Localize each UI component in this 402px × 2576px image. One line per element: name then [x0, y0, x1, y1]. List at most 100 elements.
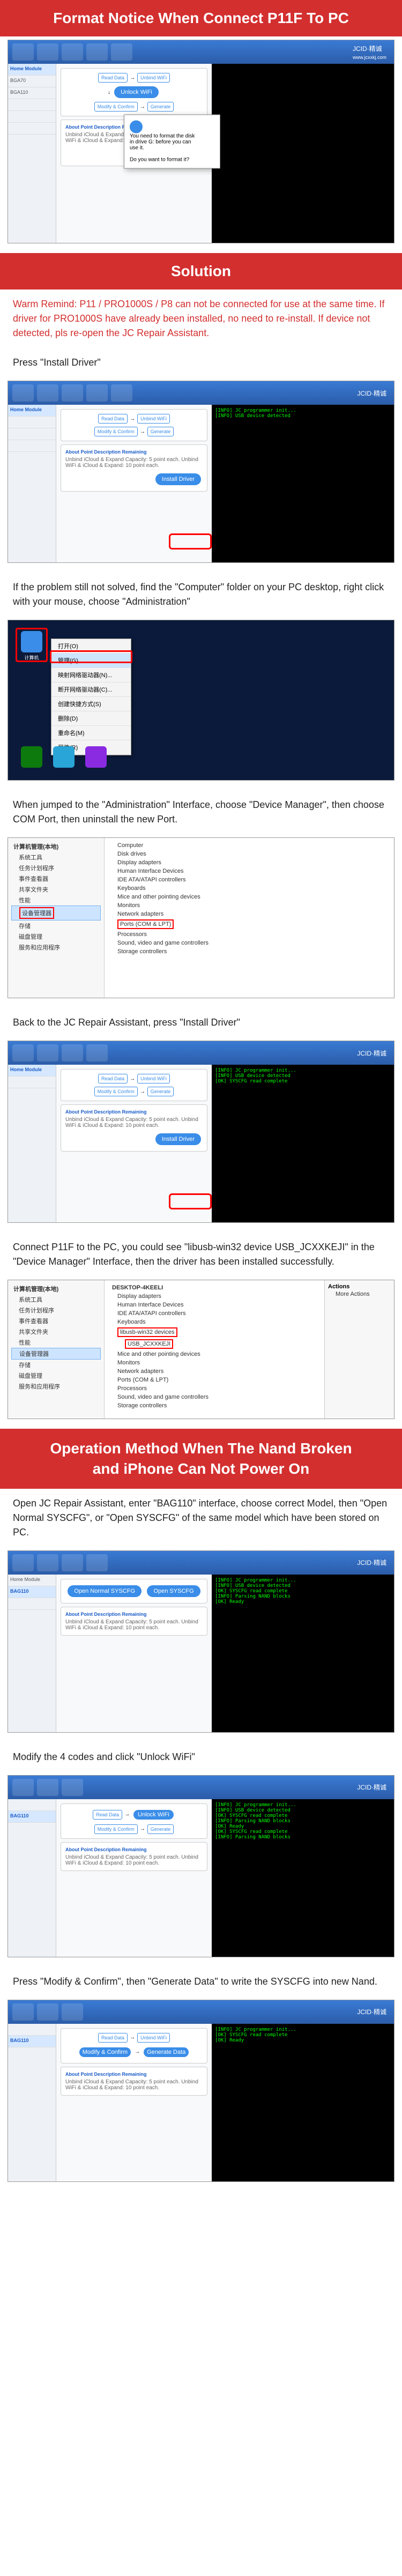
desktop-icon[interactable] — [19, 746, 44, 769]
sidebar-tab[interactable] — [8, 99, 56, 111]
sidebar-tab[interactable]: BAG110 — [8, 1811, 56, 1823]
top-icon[interactable] — [86, 43, 108, 61]
top-icon[interactable] — [86, 384, 108, 402]
sidebar-tab[interactable]: Home Module — [8, 405, 56, 417]
tree-item[interactable]: 共享文件夹 — [11, 884, 101, 895]
desktop-icon[interactable] — [83, 746, 109, 769]
top-icon[interactable] — [12, 1554, 34, 1571]
top-icon[interactable] — [37, 43, 58, 61]
sidebar-tab[interactable] — [8, 1077, 56, 1088]
top-icon[interactable] — [37, 1554, 58, 1571]
open-normal-syscfg-button[interactable]: Open Normal SYSCFG — [68, 1585, 142, 1597]
tree-item[interactable]: Storage controllers — [110, 1401, 319, 1410]
generate-data-button[interactable]: Generate Data — [144, 2047, 189, 2057]
top-icon[interactable] — [62, 1779, 83, 1796]
tree-item[interactable]: Mice and other pointing devices — [110, 893, 389, 901]
top-icon[interactable] — [86, 1044, 108, 1061]
tree-item[interactable]: Storage controllers — [110, 947, 389, 956]
tree-item[interactable]: Mice and other pointing devices — [110, 1350, 319, 1358]
top-icon[interactable] — [12, 1044, 34, 1061]
open-syscfg-button[interactable]: Open SYSCFG — [147, 1585, 200, 1597]
tree-item-device-manager[interactable]: 设备管理器 — [11, 905, 101, 920]
tree-item[interactable]: 任务计划程序 — [11, 1305, 101, 1316]
tree-item[interactable]: 系统工具 — [11, 852, 101, 863]
tree-item[interactable]: 计算机管理(本地) — [11, 1283, 101, 1294]
tree-item[interactable]: Human Interface Devices — [110, 867, 389, 875]
tree-item[interactable]: Disk drives — [110, 850, 389, 858]
tree-item[interactable]: Sound, video and game controllers — [110, 939, 389, 947]
tree-item[interactable]: Computer — [110, 841, 389, 850]
top-icon[interactable] — [62, 1044, 83, 1061]
tree-item-usb-jcxxkeji[interactable]: USB_JCXXKEJI — [110, 1338, 319, 1350]
tree-item[interactable]: Human Interface Devices — [110, 1301, 319, 1309]
tree-item[interactable]: IDE ATA/ATAPI controllers — [110, 875, 389, 884]
tree-item[interactable]: 计算机管理(本地) — [11, 841, 101, 852]
install-driver-button[interactable]: Install Driver — [155, 1133, 201, 1145]
top-icon[interactable] — [62, 2003, 83, 2021]
top-icon[interactable] — [62, 43, 83, 61]
tree-item[interactable]: Processors — [110, 930, 389, 939]
sidebar-tab[interactable]: BAG110 — [8, 2036, 56, 2047]
menu-item[interactable]: 创建快捷方式(S) — [51, 697, 131, 711]
top-icon[interactable] — [12, 1779, 34, 1796]
tree-item[interactable]: 存储 — [11, 920, 101, 931]
tree-item[interactable]: Display adapters — [110, 1292, 319, 1301]
top-icon[interactable] — [86, 1554, 108, 1571]
tree-item[interactable]: Network adapters — [110, 1367, 319, 1376]
top-icon[interactable] — [12, 43, 34, 61]
tree-item[interactable]: Keyboards — [110, 884, 389, 893]
sidebar-tab[interactable]: BGA70 — [8, 76, 56, 87]
tree-item[interactable]: Ports (COM & LPT) — [110, 1376, 319, 1384]
tree-item[interactable]: Network adapters — [110, 910, 389, 918]
sidebar-tab[interactable] — [8, 428, 56, 440]
sidebar-tab[interactable] — [8, 1799, 56, 1811]
top-icon[interactable] — [37, 1779, 58, 1796]
tree-item[interactable]: DESKTOP-4KEELI — [110, 1283, 319, 1292]
modify-confirm-button[interactable]: Modify & Confirm — [79, 2047, 131, 2057]
menu-item[interactable]: 重命名(M) — [51, 726, 131, 740]
top-icon[interactable] — [62, 384, 83, 402]
tree-item[interactable]: Monitors — [110, 901, 389, 910]
sidebar-tab[interactable] — [8, 440, 56, 452]
tree-item[interactable]: 服务和应用程序 — [11, 1381, 101, 1392]
tree-item[interactable]: 磁盘管理 — [11, 931, 101, 942]
top-icon[interactable] — [37, 2003, 58, 2021]
desktop-icon[interactable] — [51, 746, 77, 769]
top-icon[interactable] — [111, 384, 132, 402]
menu-item[interactable]: 映射网络驱动器(N)... — [51, 668, 131, 682]
tree-item[interactable]: 性能 — [11, 895, 101, 905]
sidebar-tab-bag110[interactable]: BAG110 — [8, 1586, 56, 1598]
top-icon[interactable] — [37, 1044, 58, 1061]
more-actions[interactable]: More Actions — [328, 1290, 391, 1298]
tree-item[interactable]: Sound, video and game controllers — [110, 1393, 319, 1401]
tree-item[interactable]: Keyboards — [110, 1318, 319, 1326]
tree-item[interactable]: 性能 — [11, 1337, 101, 1348]
tree-item[interactable]: 存储 — [11, 1360, 101, 1370]
sidebar-tab[interactable] — [8, 123, 56, 135]
install-driver-button[interactable]: Install Driver — [155, 473, 201, 485]
top-icon[interactable] — [62, 1554, 83, 1571]
tree-item[interactable]: Monitors — [110, 1358, 319, 1367]
sidebar-tab[interactable]: Home Module — [8, 64, 56, 76]
sidebar-tab[interactable]: Home Module — [8, 1575, 56, 1586]
tree-item-device-manager[interactable]: 设备管理器 — [11, 1348, 101, 1360]
sidebar-tab[interactable]: Home Module — [8, 1065, 56, 1077]
tree-item[interactable]: 共享文件夹 — [11, 1326, 101, 1337]
tree-item[interactable]: 服务和应用程序 — [11, 942, 101, 953]
sidebar-tab[interactable] — [8, 111, 56, 123]
sidebar-tab[interactable] — [8, 2024, 56, 2036]
tree-item-ports[interactable]: Ports (COM & LPT) — [110, 918, 389, 930]
top-icon[interactable] — [37, 384, 58, 402]
top-icon[interactable] — [12, 384, 34, 402]
tree-item[interactable]: IDE ATA/ATAPI controllers — [110, 1309, 319, 1318]
tree-item[interactable]: 事件查看器 — [11, 873, 101, 884]
tree-item[interactable]: 磁盘管理 — [11, 1370, 101, 1381]
tree-item[interactable]: Processors — [110, 1384, 319, 1393]
top-icon[interactable] — [12, 2003, 34, 2021]
top-icon[interactable] — [111, 43, 132, 61]
tree-item-libusb[interactable]: libusb-win32 devices — [110, 1326, 319, 1338]
sidebar-tab[interactable] — [8, 1598, 56, 1610]
sidebar-tab[interactable]: BGA110 — [8, 87, 56, 99]
tree-item[interactable]: Display adapters — [110, 858, 389, 867]
unbind-button[interactable]: Unlock WiFi — [114, 86, 159, 98]
